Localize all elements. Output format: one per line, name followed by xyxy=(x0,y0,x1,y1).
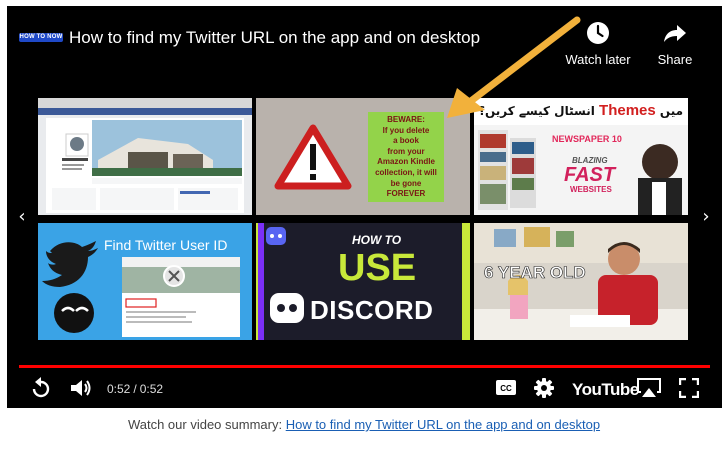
current-time: 0:52 xyxy=(107,382,131,396)
end-screen-video-4[interactable]: Find Twitter User ID xyxy=(38,223,252,340)
duration: 0:52 xyxy=(139,382,164,396)
kindle-warning-text: BEWARE: If you delete a book from your A… xyxy=(375,115,437,199)
clock-icon xyxy=(587,22,609,44)
fullscreen-icon[interactable] xyxy=(679,378,699,398)
end-screen-video-3[interactable]: ورڈپریس میں Themes انسٹال کیسے کریں؟ NEW… xyxy=(474,98,688,215)
volume-icon[interactable] xyxy=(69,378,93,398)
time-display: 0:52/0:52 xyxy=(107,382,163,396)
discord-how-to-label: HOW TO xyxy=(352,233,402,247)
end-screen-video-1[interactable] xyxy=(38,98,252,215)
end-screen-video-6[interactable]: 6 YEAR OLD xyxy=(474,223,688,340)
svg-text:CC: CC xyxy=(500,384,512,393)
video-player[interactable]: HOW TO NOW How to find my Twitter URL on… xyxy=(7,6,722,408)
end-screen-video-2[interactable]: BEWARE: If you delete a book from your A… xyxy=(256,98,470,215)
fast-label: FAST xyxy=(564,164,616,186)
end-screen-grid: BEWARE: If you delete a book from your A… xyxy=(38,98,689,340)
video-title[interactable]: How to find my Twitter URL on the app an… xyxy=(69,28,480,48)
progress-bar[interactable] xyxy=(19,365,710,368)
websites-label: WEBSITES xyxy=(570,185,612,194)
newspaper-label: NEWSPAPER 10 xyxy=(552,134,622,144)
share-arrow-icon xyxy=(664,25,686,42)
summary-prefix: Watch our video summary: xyxy=(127,417,283,432)
six-year-old-label: 6 YEAR OLD xyxy=(484,263,586,283)
watch-later-button[interactable]: Watch later xyxy=(562,20,634,67)
urdu-title-text: ورڈپریس میں Themes انسٹال کیسے کریں؟ xyxy=(478,102,688,119)
airplay-icon[interactable] xyxy=(637,378,661,398)
share-button[interactable]: Share xyxy=(649,20,701,67)
video-summary: Watch our video summary: How to find my … xyxy=(0,417,728,432)
youtube-logo[interactable]: YouTube xyxy=(572,380,639,400)
settings-gear-icon[interactable] xyxy=(534,378,554,398)
share-label: Share xyxy=(657,52,693,67)
discord-use-label: USE xyxy=(338,247,417,289)
watch-later-label: Watch later xyxy=(565,52,631,67)
end-screen-video-5[interactable]: HOW TO USE DISCORD xyxy=(256,223,470,340)
summary-link[interactable]: How to find my Twitter URL on the app an… xyxy=(286,417,600,432)
replay-icon[interactable] xyxy=(31,377,51,399)
find-twitter-user-id-label: Find Twitter User ID xyxy=(104,237,228,253)
closed-captions-icon[interactable]: CC xyxy=(496,380,516,395)
previous-arrow-icon[interactable]: ‹ xyxy=(15,206,29,227)
facebook-profile-thumbnail xyxy=(38,98,252,215)
discord-wordmark-label: DISCORD xyxy=(310,295,434,325)
player-controls: 0:52/0:52 CC YouTube xyxy=(7,372,722,408)
channel-logo[interactable]: HOW TO NOW xyxy=(19,33,63,42)
time-separator: / xyxy=(133,382,137,396)
next-arrow-icon[interactable]: › xyxy=(699,206,713,227)
